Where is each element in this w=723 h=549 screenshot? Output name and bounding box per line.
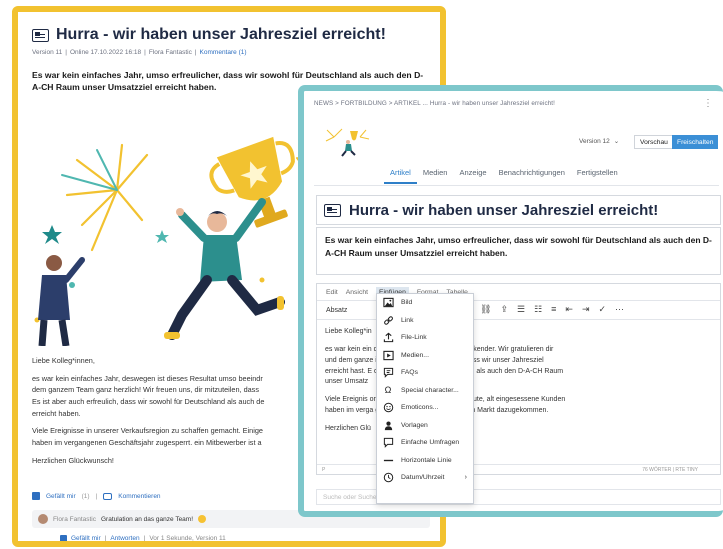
article-thumbnail[interactable] — [322, 125, 374, 157]
article-title-text: Hurra - wir haben unser Jahresziel errei… — [56, 26, 386, 43]
menu-item-emoticons[interactable]: Emoticons... — [377, 399, 473, 417]
publish-button[interactable]: Freischalten — [672, 135, 719, 149]
editor-card: NEWS > FORTBILDUNG > ARTIKEL ... Hurra -… — [298, 85, 723, 517]
article-meta: Version 11 | Online 17.10.2022 16:18 | F… — [32, 49, 247, 56]
more-toolbar-icon[interactable]: ⋯ — [615, 304, 624, 315]
menu-item-horizontale-linie[interactable]: Horizontale Linie — [377, 452, 473, 470]
tabs-divider — [314, 185, 719, 186]
insert-menu-dropdown: Bild Link File-Link Medien... FAQs Ω Spe… — [376, 293, 474, 504]
upload-icon — [382, 332, 394, 344]
element-path: P — [322, 467, 326, 473]
menu-item-faqs[interactable]: FAQs — [377, 364, 473, 382]
toolbar-icons: ⛓ ⇪ ☰ ☷ ≡ ⇤ ⇥ ✓ ⋯ — [480, 304, 624, 315]
thumbs-up-icon[interactable] — [32, 492, 40, 500]
link-icon — [382, 314, 394, 326]
word-count: 76 WÖRTER | RTE TINY — [642, 467, 698, 473]
comment-author: Flora Fantastic — [53, 515, 96, 523]
chevron-right-icon: › — [464, 474, 467, 482]
reply-button[interactable]: Antworten — [110, 535, 139, 541]
upload-icon[interactable]: ⇪ — [500, 304, 508, 315]
comment-time: Vor 1 Sekunde, Version 11 — [149, 535, 226, 542]
article-actions: Gefällt mir (1) | Kommentieren — [32, 492, 161, 500]
bullet-list-icon[interactable]: ☰ — [517, 304, 525, 315]
avatar — [38, 514, 48, 524]
tab-benachrichtigungen[interactable]: Benachrichtigungen — [493, 168, 571, 184]
menu-item-datum-uhrzeit[interactable]: Datum/Uhrzeit › — [377, 469, 473, 487]
smiley-icon — [198, 515, 207, 523]
comment-text: Gratulation an das ganze Team! — [101, 515, 194, 523]
outdent-icon[interactable]: ⇤ — [565, 304, 573, 315]
lead-input[interactable]: Es war kein einfaches Jahr, umso erfreul… — [316, 227, 721, 275]
template-icon — [382, 419, 394, 431]
online-date: Online 17.10.2022 16:18 — [69, 49, 142, 56]
omega-icon: Ω — [384, 385, 392, 396]
tab-medien[interactable]: Medien — [417, 168, 454, 184]
tab-anzeige[interactable]: Anzeige — [453, 168, 492, 184]
breadcrumb[interactable]: NEWS > FORTBILDUNG > ARTIKEL ... Hurra -… — [314, 100, 555, 107]
menu-edit[interactable]: Edit — [326, 289, 338, 296]
tab-artikel[interactable]: Artikel — [384, 168, 417, 184]
menu-item-special-character[interactable]: Ω Special character... — [377, 382, 473, 400]
news-icon — [32, 28, 49, 42]
faq-icon — [382, 367, 394, 379]
chevron-down-icon: ⌄ — [613, 138, 620, 145]
comment-like-button[interactable]: Gefällt mir — [71, 535, 101, 541]
comments-link[interactable]: Kommentare (1) — [200, 49, 247, 56]
like-count: (1) — [81, 492, 90, 500]
more-options-icon[interactable]: ⋮ — [703, 98, 713, 109]
news-icon — [324, 203, 341, 217]
media-icon — [382, 349, 394, 361]
menu-item-einfache-umfragen[interactable]: Einfache Umfragen — [377, 434, 473, 452]
menu-item-vorlagen[interactable]: Vorlagen — [377, 417, 473, 435]
comment-button[interactable]: Kommentieren — [118, 493, 160, 500]
version-select[interactable]: Version 12 ⌄ — [579, 137, 620, 146]
link-icon[interactable]: ⛓ — [480, 304, 491, 315]
format-select[interactable]: Absatz — [326, 307, 347, 314]
emoticon-icon — [382, 402, 394, 414]
image-icon — [382, 297, 394, 309]
menu-item-file-link[interactable]: File-Link — [377, 329, 473, 347]
article-body: Liebe Kolleg*innen, es war kein einfache… — [32, 356, 265, 465]
like-button[interactable]: Gefällt mir — [46, 493, 76, 500]
spellcheck-icon[interactable]: ✓ — [599, 304, 607, 315]
hr-icon — [382, 454, 394, 466]
tab-fertigstellen[interactable]: Fertigstellen — [571, 168, 624, 184]
menu-item-medien[interactable]: Medien... — [377, 347, 473, 365]
align-icon[interactable]: ≡ — [551, 304, 556, 315]
poll-icon — [382, 437, 394, 449]
clock-icon — [382, 472, 394, 484]
numbered-list-icon[interactable]: ☷ — [534, 304, 542, 315]
title-input[interactable]: Hurra - wir haben unser Jahresziel errei… — [316, 195, 721, 225]
menu-item-link[interactable]: Link — [377, 312, 473, 330]
editor-tabs: Artikel Medien Anzeige Benachrichtigunge… — [384, 168, 624, 184]
menu-item-bild[interactable]: Bild — [377, 294, 473, 312]
preview-button[interactable]: Vorschau — [634, 135, 674, 149]
version-label: Version 11 — [32, 49, 63, 56]
menu-ansicht[interactable]: Ansicht — [346, 289, 368, 296]
indent-icon[interactable]: ⇥ — [582, 304, 590, 315]
comment-actions: Gefällt mir | Antworten | Vor 1 Sekunde,… — [60, 535, 226, 542]
author-name: Flora Fantastic — [148, 49, 192, 56]
comment-icon[interactable] — [103, 492, 113, 500]
thumbs-up-icon[interactable] — [60, 535, 67, 541]
article-title: Hurra - wir haben unser Jahresziel errei… — [32, 26, 432, 44]
